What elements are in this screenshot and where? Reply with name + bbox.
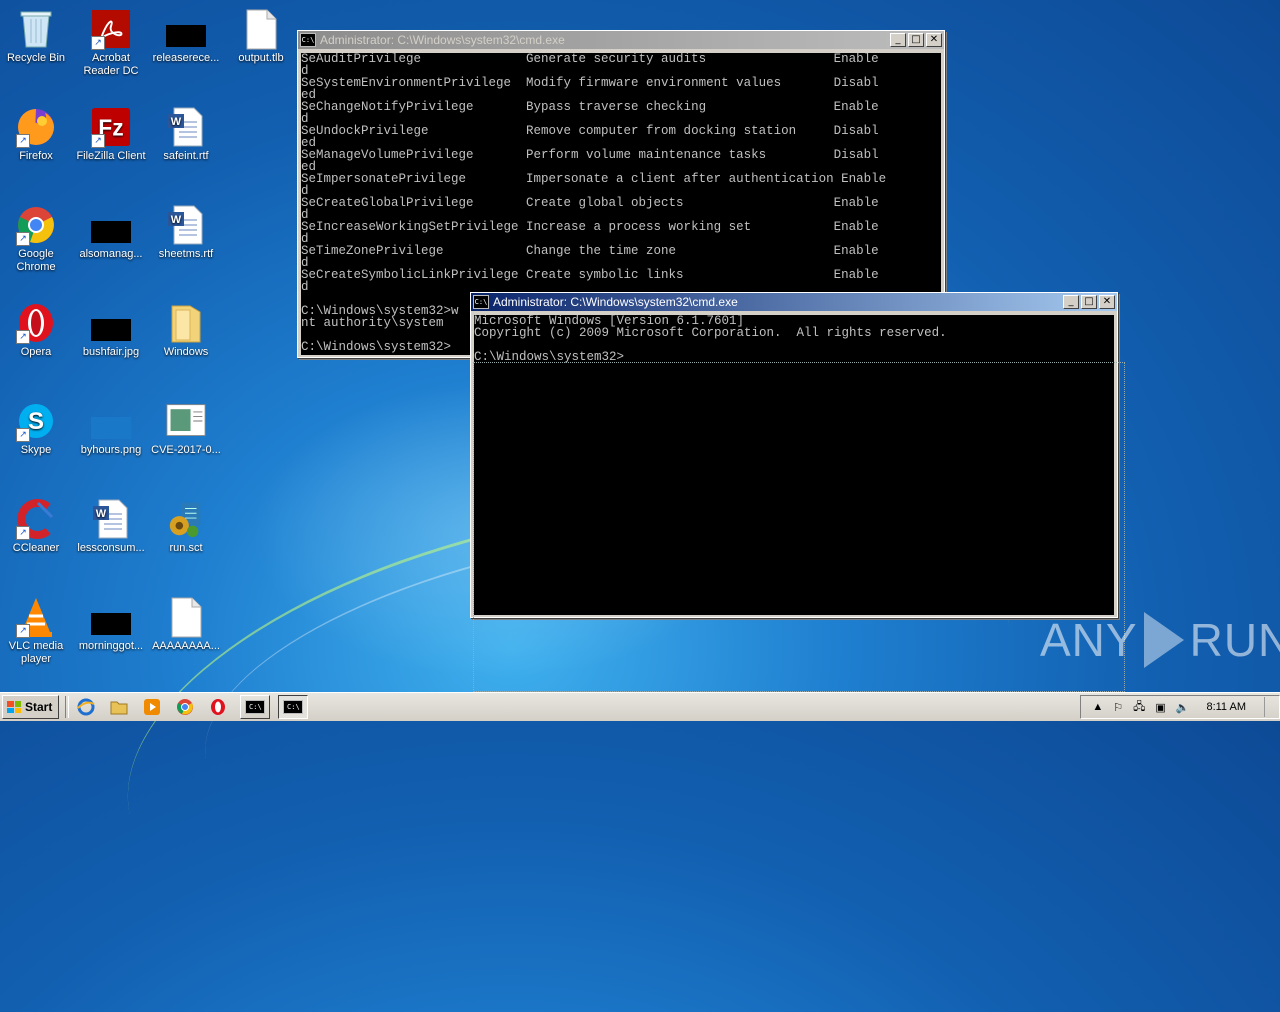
folder-icon (166, 302, 206, 344)
watermark-left-text: ANY (1040, 614, 1138, 666)
recycle-bin-icon (16, 8, 56, 50)
chrome-icon: ↗ (16, 204, 56, 246)
start-label: Start (25, 700, 53, 714)
desktop-icon-releaserece[interactable]: releaserece... (148, 2, 224, 65)
maximize-button[interactable]: □ (1081, 295, 1097, 309)
cmd-window-front-titlebar[interactable]: C:\ Administrator: C:\Windows\system32\c… (471, 293, 1117, 311)
window-title: Administrator: C:\Windows\system32\cmd.e… (320, 33, 565, 47)
word-doc-icon: W (166, 106, 206, 148)
image-file-icon (166, 400, 206, 442)
desktop-icon-lessconsum[interactable]: W lessconsum... (73, 492, 149, 555)
desktop-icon-run-sct[interactable]: run.sct (148, 492, 224, 555)
black-thumbnail-icon (91, 596, 131, 638)
media-player-quicklaunch-icon[interactable] (141, 696, 163, 718)
maximize-button[interactable]: □ (908, 33, 924, 47)
svg-text:W: W (171, 214, 182, 226)
watermark-right-text: RUN (1189, 614, 1280, 666)
cmd-icon: C:\ (300, 33, 316, 47)
acrobat-icon: ↗ (91, 8, 131, 50)
skype-icon: S ↗ (16, 400, 56, 442)
desktop-icon-alsomanag[interactable]: alsomanag... (73, 198, 149, 261)
desktop-icon-opera[interactable]: ↗ Opera (0, 296, 74, 359)
close-button[interactable]: ✕ (926, 33, 942, 47)
desktop-icon-cve[interactable]: CVE-2017-0... (148, 394, 224, 457)
opera-icon: ↗ (16, 302, 56, 344)
windows-flag-icon (7, 701, 21, 713)
script-icon (166, 498, 206, 540)
show-hidden-icons-icon[interactable]: ▲ (1092, 701, 1103, 713)
desktop-icon-acrobat[interactable]: ↗ Acrobat Reader DC (73, 2, 149, 78)
desktop-icon-byhours[interactable]: byhours.png (73, 394, 149, 457)
ccleaner-icon: ↗ (16, 498, 56, 540)
blank-file-icon (241, 8, 281, 50)
black-thumbnail-icon (166, 8, 206, 50)
taskbar: Start C:\ C:\ ▲ ⚐ 🖧 ▣ 🔈 8:11 AM (0, 692, 1280, 721)
desktop-icon-chrome[interactable]: ↗ Google Chrome (0, 198, 74, 274)
cmd-icon: C:\ (473, 295, 489, 309)
svg-text:S: S (28, 408, 44, 435)
desktop-icon-firefox[interactable]: ↗ Firefox (0, 100, 74, 163)
blank-file-icon (166, 596, 206, 638)
desktop-icon-skype[interactable]: S ↗ Skype (0, 394, 74, 457)
desktop-icon-sheetms[interactable]: W sheetms.rtf (148, 198, 224, 261)
svg-text:W: W (96, 508, 107, 520)
desktop-icon-vlc[interactable]: ↗ VLC media player (0, 590, 74, 666)
minimize-button[interactable]: _ (1063, 295, 1079, 309)
volume-icon[interactable]: 🔈 (1176, 701, 1190, 714)
taskbar-cmd-window-front[interactable]: C:\ (278, 695, 309, 719)
cmd-icon: C:\ (245, 700, 266, 714)
clock[interactable]: 8:11 AM (1206, 701, 1246, 713)
system-tray: ▲ ⚐ 🖧 ▣ 🔈 8:11 AM (1080, 695, 1280, 719)
cmd-window-back-titlebar[interactable]: C:\ Administrator: C:\Windows\system32\c… (298, 31, 944, 49)
network-icon[interactable]: 🖧 (1133, 698, 1145, 717)
flag-icon[interactable]: ⚐ (1113, 701, 1123, 714)
ie-quicklaunch-icon[interactable] (75, 696, 97, 718)
cmd-icon: C:\ (283, 700, 304, 714)
blue-thumbnail-icon (91, 400, 131, 442)
resize-outline (473, 362, 1125, 692)
network-icon[interactable]: ▣ (1155, 701, 1165, 714)
start-button[interactable]: Start (2, 695, 60, 719)
svg-text:W: W (171, 116, 182, 128)
play-triangle-icon (1143, 612, 1184, 668)
window-title: Administrator: C:\Windows\system32\cmd.e… (493, 295, 738, 309)
desktop-icon-aaaaaaaa[interactable]: AAAAAAAA... (148, 590, 224, 653)
anyrun-watermark: ANY RUN (1040, 612, 1280, 668)
desktop-icon-safeint[interactable]: W safeint.rtf (148, 100, 224, 163)
explorer-quicklaunch-icon[interactable] (108, 696, 130, 718)
chrome-quicklaunch-icon[interactable] (174, 696, 196, 718)
desktop-icon-bushfair[interactable]: bushfair.jpg (73, 296, 149, 359)
close-button[interactable]: ✕ (1099, 295, 1115, 309)
taskbar-separator (65, 696, 70, 718)
desktop-icon-windows-folder[interactable]: Windows (148, 296, 224, 359)
black-thumbnail-icon (91, 204, 131, 246)
taskbar-cmd-window-back[interactable]: C:\ (240, 695, 271, 719)
desktop-icon-filezilla[interactable]: Fz ↗ FileZilla Client (73, 100, 149, 163)
desktop-icon-ccleaner[interactable]: ↗ CCleaner (0, 492, 74, 555)
filezilla-icon: Fz ↗ (91, 106, 131, 148)
word-doc-icon: W (91, 498, 131, 540)
firefox-icon: ↗ (16, 106, 56, 148)
word-doc-icon: W (166, 204, 206, 246)
opera-quicklaunch-icon[interactable] (207, 696, 229, 718)
desktop-icon-morninggot[interactable]: morninggot... (73, 590, 149, 653)
desktop-icon-recycle-bin[interactable]: Recycle Bin (0, 2, 74, 65)
show-desktop-button[interactable] (1264, 697, 1273, 717)
minimize-button[interactable]: _ (890, 33, 906, 47)
desktop-icon-output-tlb[interactable]: output.tlb (223, 2, 299, 65)
black-thumbnail-icon (91, 302, 131, 344)
vlc-icon: ↗ (16, 596, 56, 638)
